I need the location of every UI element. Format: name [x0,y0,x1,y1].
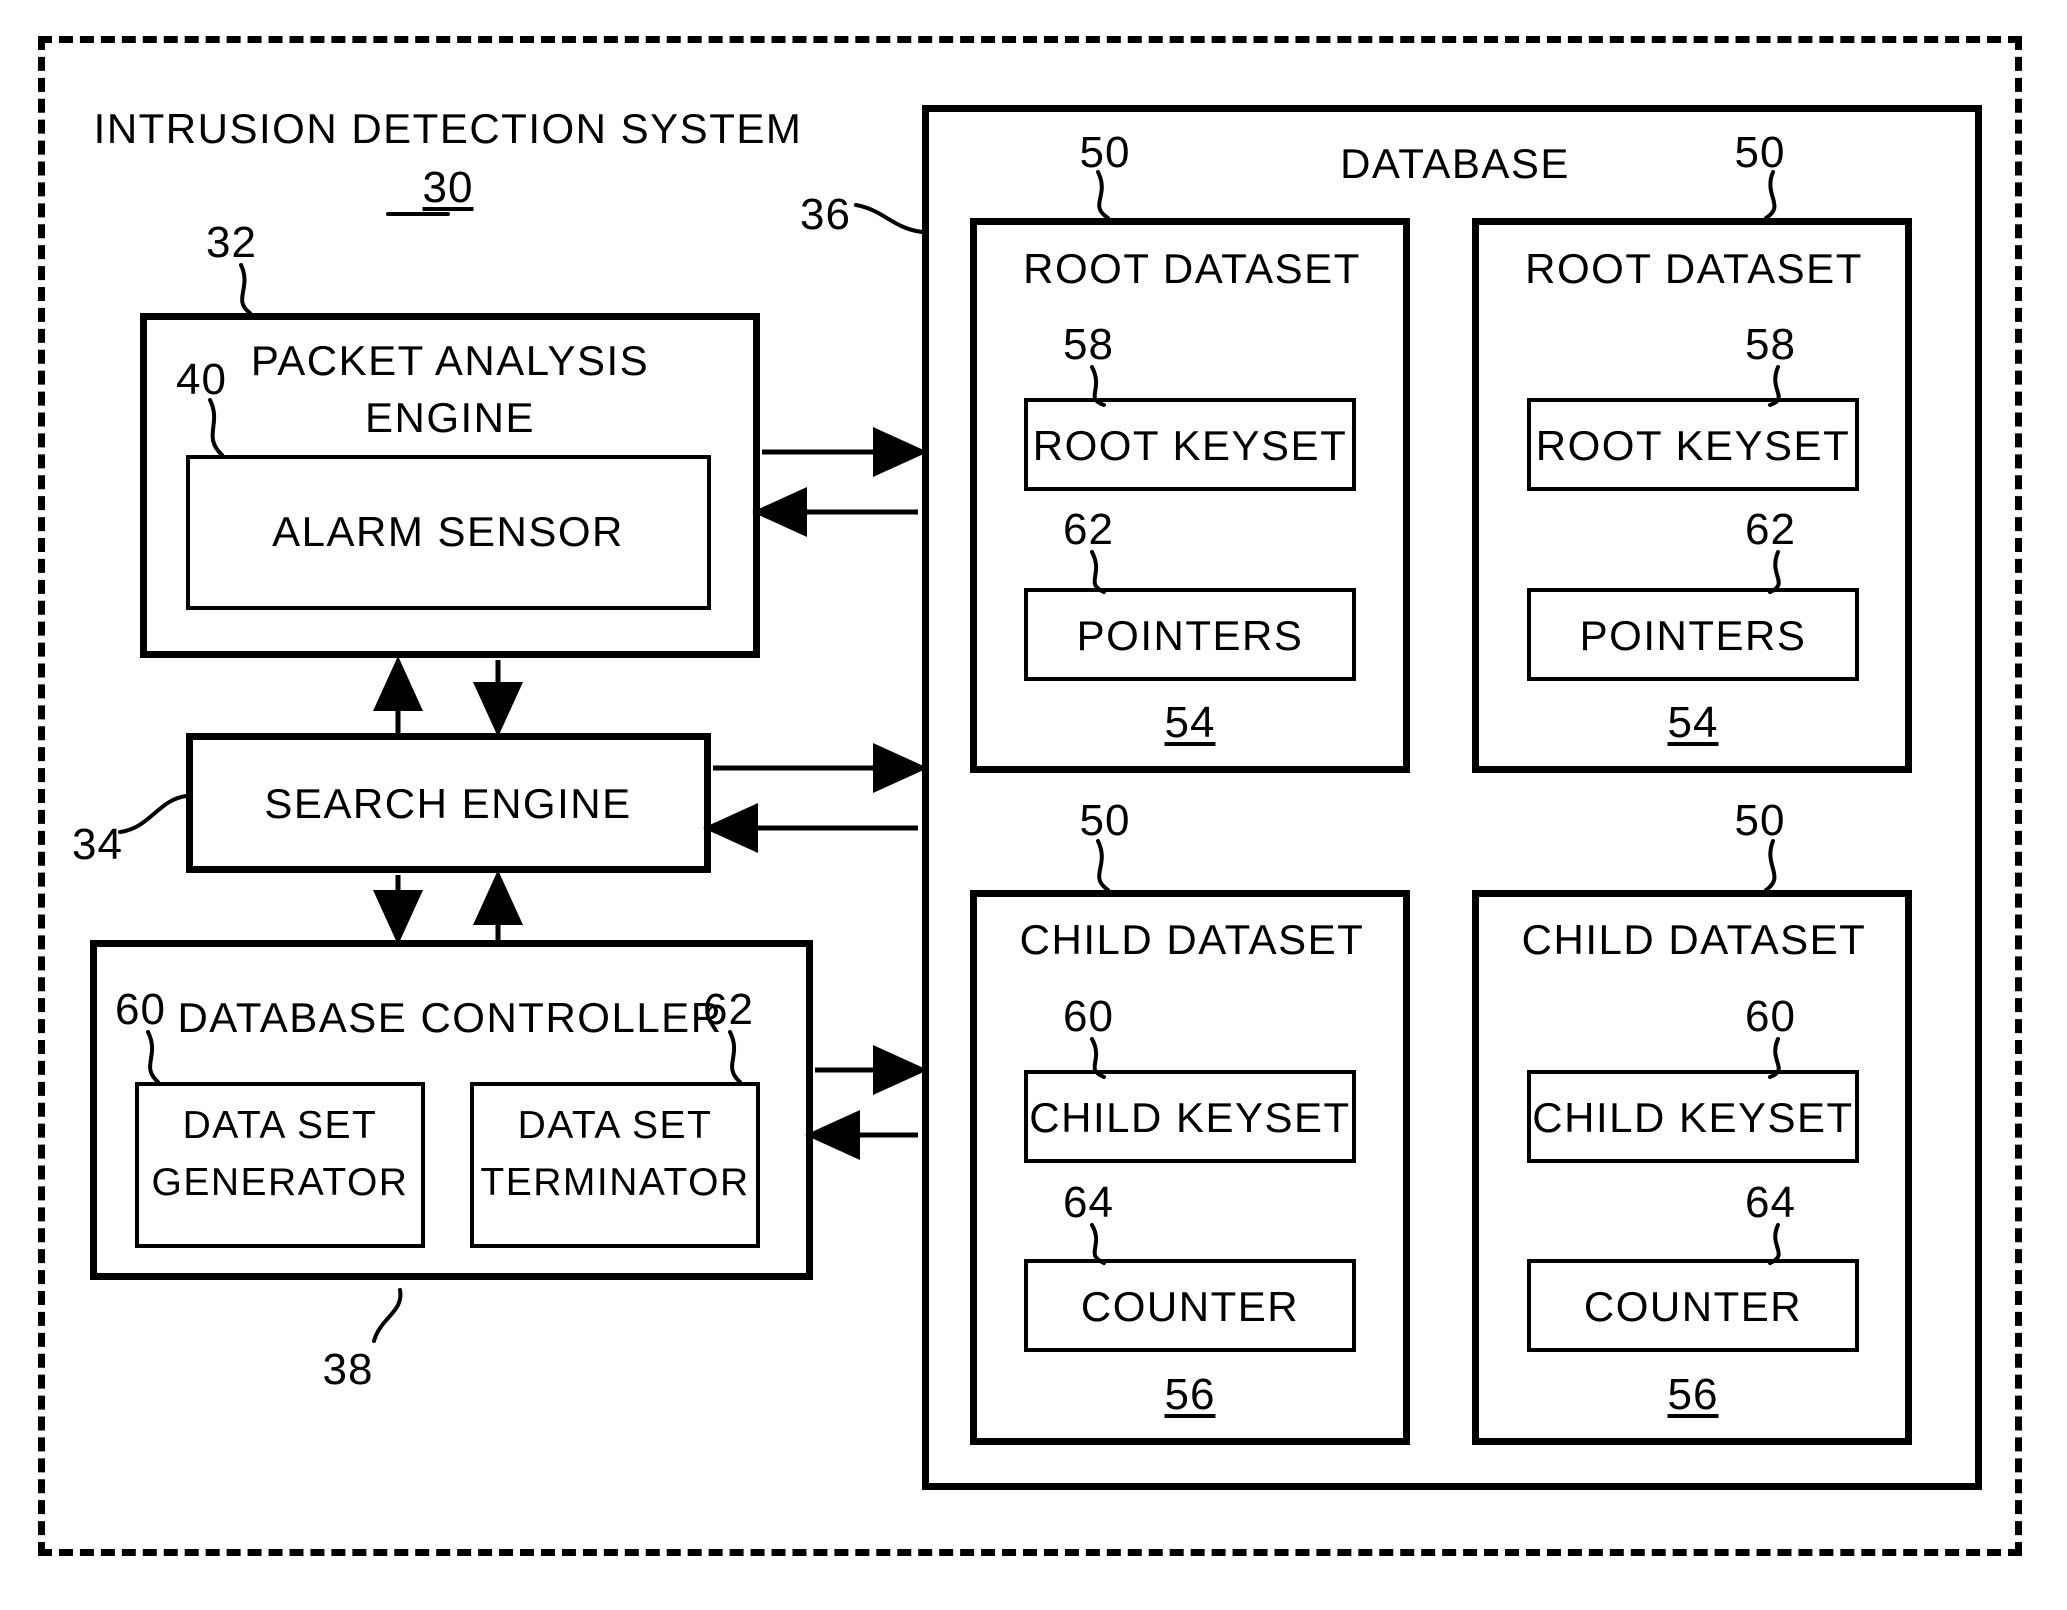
dataset-2-field2-label: COUNTER [1080,1283,1300,1330]
dataset-0-field2-label: POINTERS [1076,612,1304,659]
dataset-3-field1-label: CHILD KEYSET [1532,1094,1854,1141]
dataset-0-field2-ref: 62 [1063,505,1114,554]
data-set-terminator-line2: TERMINATOR [480,1161,750,1204]
dataset-1-field1-ref: 58 [1745,320,1796,369]
dataset-3-top-ref: 50 [1734,796,1786,845]
dataset-2-field2-ref: 64 [1063,1178,1114,1227]
dataset-0-title: ROOT DATASET [1023,245,1361,292]
database-controller-label: DATABASE CONTROLLER [177,994,723,1041]
dataset-0-field1-label: ROOT KEYSET [1032,422,1348,469]
packet-analysis-engine-title-line2: ENGINE [364,394,536,441]
dataset-2-top-ref: 50 [1079,796,1131,845]
dataset-2-field1-ref: 60 [1063,992,1114,1041]
dataset-3-field1-ref: 60 [1745,992,1796,1041]
dataset-1-box[interactable] [1472,218,1912,773]
ref-32-label: 32 [206,218,257,267]
dataset-1-field2-ref: 62 [1745,505,1796,554]
dataset-3-title: CHILD DATASET [1521,916,1867,963]
dataset-1-field1-label: ROOT KEYSET [1535,422,1851,469]
dataset-3-field2-label: COUNTER [1583,1283,1803,1330]
system-ref-30: 30 [422,163,474,212]
dataset-1-title: ROOT DATASET [1525,245,1863,292]
dataset-2-bottom-ref: 56 [1164,1370,1216,1419]
dataset-3-field2-ref: 64 [1745,1178,1796,1227]
patent-figure: INTRUSION DETECTION SYSTEM 30 32 PACKET … [0,0,2067,1610]
dataset-3-box[interactable] [1472,890,1912,1445]
ref-40-label: 40 [176,355,227,404]
dataset-0-top-ref: 50 [1079,128,1131,177]
dataset-1-field2-label: POINTERS [1579,612,1807,659]
search-engine-label: SEARCH ENGINE [264,780,632,827]
page-title: INTRUSION DETECTION SYSTEM [93,105,803,152]
dataset-1-top-ref: 50 [1734,128,1786,177]
ref-38-label: 38 [322,1345,374,1394]
data-set-generator-line2: GENERATOR [151,1161,409,1204]
dataset-1-bottom-ref: 54 [1667,698,1719,747]
dataset-0-box[interactable] [970,218,1410,773]
data-set-terminator-line1: DATA SET [517,1104,713,1147]
dataset-2-title: CHILD DATASET [1019,916,1365,963]
dataset-0-bottom-ref: 54 [1164,698,1216,747]
ref-36-label: 36 [800,190,851,239]
ref-34-label: 34 [72,820,123,869]
data-set-generator-line1: DATA SET [182,1104,378,1147]
ref-60-controller-label: 60 [115,985,166,1034]
dataset-3-bottom-ref: 56 [1667,1370,1719,1419]
ref-62-controller-label: 62 [703,985,754,1034]
dataset-2-box[interactable] [970,890,1410,1445]
database-title: DATABASE [1340,140,1570,187]
dataset-2-field1-label: CHILD KEYSET [1029,1094,1351,1141]
dataset-0-field1-ref: 58 [1063,320,1114,369]
alarm-sensor-label: ALARM SENSOR [272,508,624,555]
packet-analysis-engine-title-line1: PACKET ANALYSIS [250,337,650,384]
